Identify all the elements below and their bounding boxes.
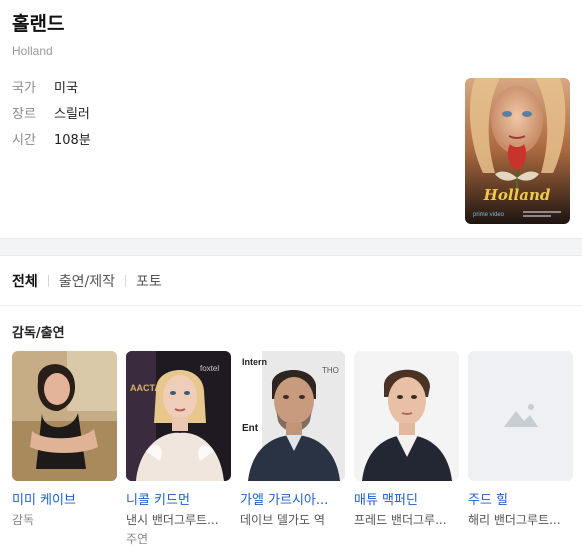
person-name[interactable]: 니콜 키드먼 [126,489,231,508]
meta-value: 108분 [54,133,91,148]
cast-section-title: 감독/출연 [12,326,65,341]
person-role: 감독 [12,513,35,527]
person-photo[interactable] [12,351,117,481]
person-photo-image [12,351,117,481]
cast-card[interactable]: 주드 힐 해리 밴더그루트... [468,351,573,547]
meta-label: 장르 [12,107,36,122]
person-name[interactable]: 미미 케이브 [12,489,117,508]
meta-label: 국가 [12,81,36,96]
movie-original-title: Holland [12,44,53,58]
person-name[interactable]: 가엘 가르시아... [240,489,345,508]
meta-value: 미국 [54,81,78,96]
poster-service-logo: prime video [473,212,505,218]
person-photo[interactable]: Intern Ent THO [240,351,345,481]
tab-divider [125,274,127,287]
tab-photos[interactable]: 포토 [136,271,162,291]
person-role: 데이브 델가도 역 [240,513,325,527]
movie-title: 홀랜드 [12,13,65,35]
image-placeholder-icon [468,351,573,481]
cast-card[interactable]: AACTA foxtel 니콜 키드먼 낸시 밴더그루트... 주연 [126,351,231,547]
person-photo-image [354,351,459,481]
svg-text:THO: THO [322,366,339,375]
svg-text:Intern: Intern [242,357,267,367]
person-photo-placeholder[interactable] [468,351,573,481]
person-role: 프레드 밴더그루... [354,513,447,527]
person-name[interactable]: 주드 힐 [468,489,573,508]
tab-cast-crew[interactable]: 출연/제작 [59,271,115,291]
tab-divider [47,274,49,287]
person-role: 해리 밴더그루트... [468,513,561,527]
cast-card[interactable]: Intern Ent THO 가엘 가르시아... 데이브 델가도 역 [240,351,345,547]
section-divider [0,238,582,256]
poster-image: Holland prime video [465,78,570,224]
person-photo-image: Intern Ent THO [240,351,345,481]
svg-text:Ent: Ent [242,423,259,434]
tab-all[interactable]: 전체 [12,271,38,291]
movie-poster[interactable]: Holland prime video [465,78,570,224]
person-role: 낸시 밴더그루트... [126,513,219,527]
person-photo-image: AACTA foxtel [126,351,231,481]
svg-text:foxtel: foxtel [200,364,219,373]
person-billing: 주연 [126,532,149,546]
person-name[interactable]: 매튜 맥퍼딘 [354,489,459,508]
meta-label: 시간 [12,133,36,148]
cast-list: 미미 케이브 감독 AACTA foxtel 니콜 키드먼 낸시 밴더그루트..… [0,341,582,547]
movie-info-panel: 홀랜드 Holland 국가 미국 장르 스릴러 시간 108분 Holland… [0,0,582,238]
person-photo[interactable] [354,351,459,481]
poster-title: Holland [483,186,551,204]
tab-bar: 전체 출연/제작 포토 [0,256,582,306]
cast-card[interactable]: 매튜 맥퍼딘 프레드 밴더그루... [354,351,459,547]
meta-value: 스릴러 [54,107,90,122]
cast-card[interactable]: 미미 케이브 감독 [12,351,117,547]
person-photo[interactable]: AACTA foxtel [126,351,231,481]
